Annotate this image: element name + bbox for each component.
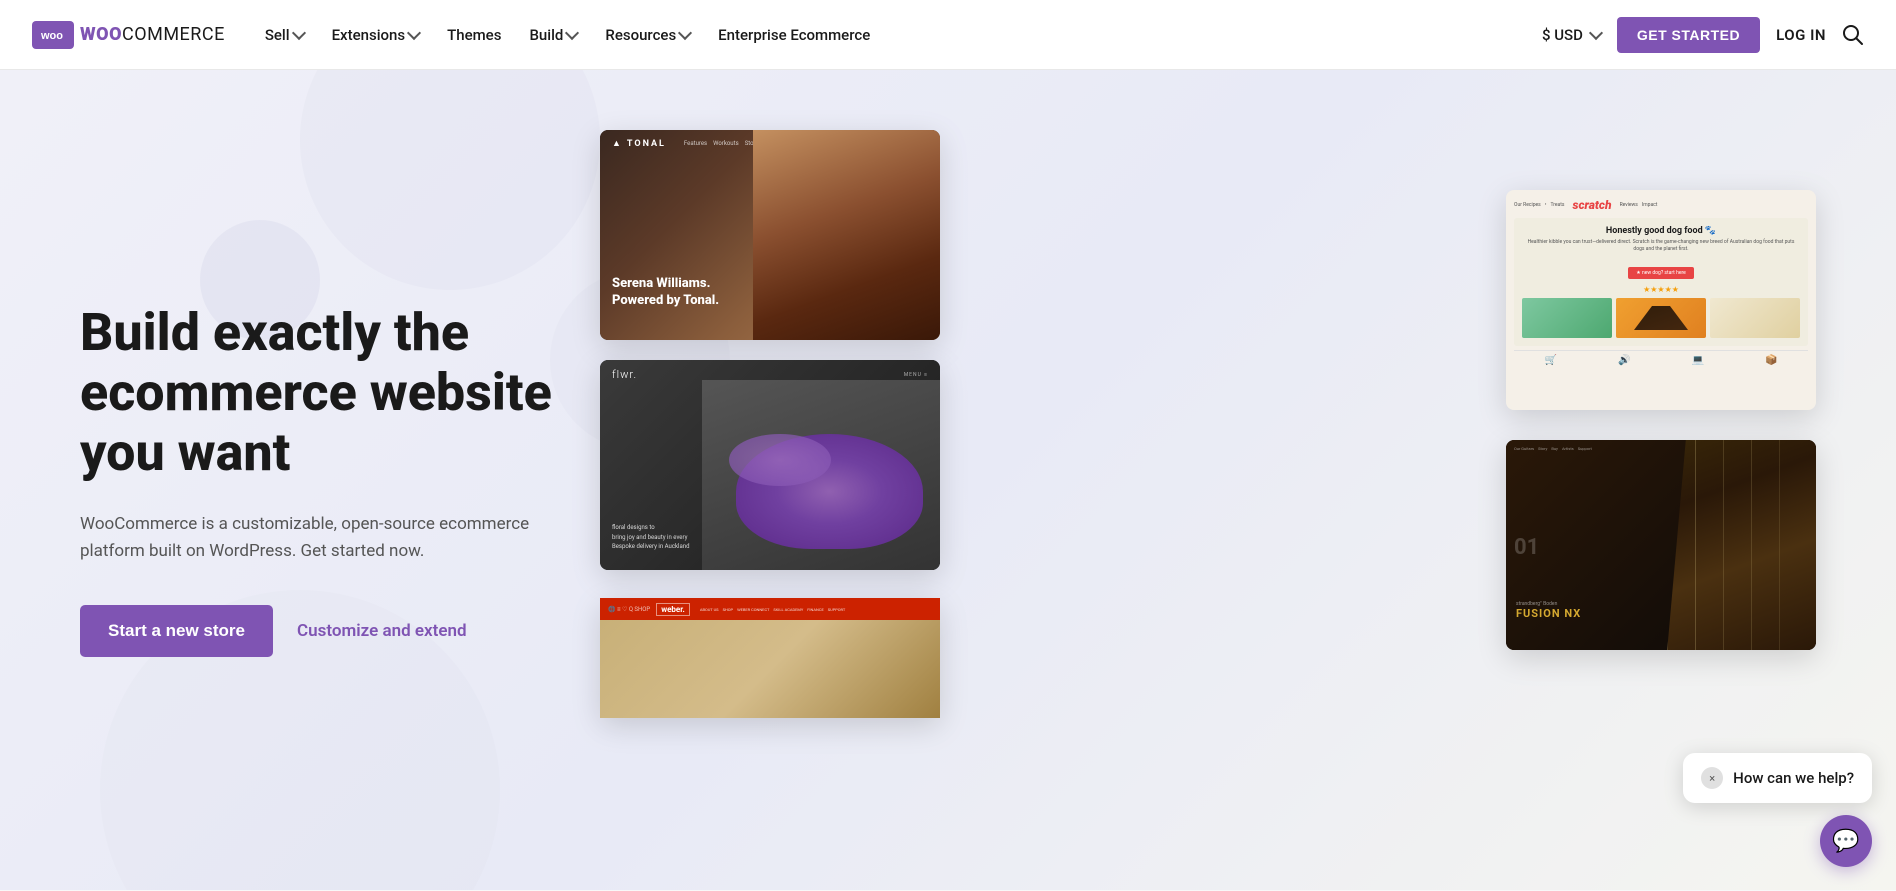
get-started-button[interactable]: GET STARTED — [1617, 17, 1760, 53]
weber-content — [600, 620, 940, 718]
hero-screenshots: ▲ TONAL Features Workouts Stories Done P… — [600, 130, 1816, 830]
strandberg-number: 01 — [1514, 535, 1539, 560]
nav-links: Sell Extensions Themes Build Resources E… — [253, 18, 882, 52]
nav-build[interactable]: Build — [517, 18, 589, 52]
flwr-menu: MENU ≡ — [904, 372, 928, 378]
scratch-footer: 🛒 🔊 💻 📦 — [1514, 350, 1808, 368]
scratch-product-image-3 — [1710, 298, 1800, 338]
nav-extensions[interactable]: Extensions — [320, 18, 432, 52]
scratch-headline: Honestly good dog food 🐾 — [1522, 226, 1800, 236]
sell-chevron-icon — [292, 26, 306, 40]
scratch-description: Healthier kibble you can trust—delivered… — [1522, 239, 1800, 253]
chat-bubble-text: How can we help? — [1733, 769, 1854, 787]
nav-enterprise[interactable]: Enterprise Ecommerce — [706, 18, 882, 52]
chat-bubble: × How can we help? — [1683, 753, 1872, 803]
hero-buttons: Start a new store Customize and extend — [80, 605, 600, 657]
screenshot-strandberg: Our Guitars Story Buy Artists Support 01… — [1506, 440, 1816, 650]
hero-title: Build exactly the ecommerce website you … — [80, 303, 580, 482]
navbar-left: woo WOOCOMMERCE Sell Extensions Themes B… — [32, 18, 1542, 52]
resources-chevron-icon — [678, 26, 692, 40]
strandberg-nav: Our Guitars Story Buy Artists Support — [1506, 446, 1816, 451]
screenshot-scratch: Our Recipes • Treats scratch Reviews Imp… — [1506, 190, 1816, 410]
customize-extend-link[interactable]: Customize and extend — [297, 621, 467, 641]
scratch-content: Honestly good dog food 🐾 Healthier kibbl… — [1514, 218, 1808, 346]
scratch-frame: Our Recipes • Treats scratch Reviews Imp… — [1506, 190, 1816, 410]
scratch-stars: ★★★★★ — [1522, 285, 1800, 294]
weber-frame: 🌐 ≡ ♡ Q SHOP weber. ABOUT US SHOP WEBER … — [600, 598, 940, 718]
logo-icon: woo — [32, 21, 74, 49]
navbar: woo WOOCOMMERCE Sell Extensions Themes B… — [0, 0, 1896, 70]
start-store-button[interactable]: Start a new store — [80, 605, 273, 657]
logo[interactable]: woo WOOCOMMERCE — [32, 21, 225, 49]
weber-logo: weber. — [656, 603, 690, 616]
logo-text: WOOCOMMERCE — [80, 24, 225, 45]
currency-chevron-icon — [1589, 26, 1603, 40]
chat-open-button[interactable]: 💬 — [1820, 815, 1872, 867]
weber-nav: ABOUT US SHOP WEBER CONNECT SKILL ACADEM… — [700, 607, 845, 612]
tonal-person-image — [753, 130, 940, 340]
weber-topbar: 🌐 ≡ ♡ Q SHOP weber. ABOUT US SHOP WEBER … — [600, 598, 940, 620]
scratch-nav: Our Recipes • Treats scratch Reviews Imp… — [1514, 198, 1808, 212]
nav-themes[interactable]: Themes — [435, 18, 513, 52]
nav-sell[interactable]: Sell — [253, 18, 316, 52]
flwr-frame: flwr. MENU ≡ floral designs tobring joy … — [600, 360, 940, 570]
hero-section: Build exactly the ecommerce website you … — [0, 70, 1896, 890]
navbar-right: $ USD GET STARTED LOG IN — [1542, 17, 1864, 53]
strandberg-frame: Our Guitars Story Buy Artists Support 01… — [1506, 440, 1816, 650]
svg-text:woo: woo — [40, 30, 63, 42]
tonal-logo: ▲ TONAL — [612, 138, 666, 149]
chat-widget: × How can we help? 💬 — [1683, 753, 1872, 867]
chat-close-button[interactable]: × — [1701, 767, 1723, 789]
flwr-text: floral designs tobring joy and beauty in… — [612, 523, 689, 552]
login-button[interactable]: LOG IN — [1776, 26, 1826, 44]
scratch-images — [1522, 298, 1800, 338]
flwr-flower-1 — [729, 434, 831, 487]
tonal-headline: Serena Williams. Powered by Tonal. — [612, 276, 719, 310]
screenshot-flwr: flwr. MENU ≡ floral designs tobring joy … — [600, 360, 940, 570]
currency-selector[interactable]: $ USD — [1542, 26, 1601, 44]
screenshot-weber: 🌐 ≡ ♡ Q SHOP weber. ABOUT US SHOP WEBER … — [600, 598, 940, 718]
build-chevron-icon — [565, 26, 579, 40]
scratch-logo: scratch — [1572, 198, 1611, 212]
chat-icon: 💬 — [1832, 829, 1859, 854]
hero-content: Build exactly the ecommerce website you … — [80, 303, 600, 657]
strandberg-headline: strandberg° Boden FUSION NX — [1516, 601, 1581, 620]
nav-resources[interactable]: Resources — [593, 18, 702, 52]
scratch-cta: ★ new dog? start here — [1628, 267, 1694, 279]
hero-subtitle: WooCommerce is a customizable, open-sour… — [80, 511, 560, 565]
scratch-product-image-1 — [1522, 298, 1612, 338]
extensions-chevron-icon — [407, 26, 421, 40]
flwr-logo: flwr. — [612, 368, 637, 381]
search-button[interactable] — [1842, 24, 1864, 46]
scratch-product-image-2 — [1616, 298, 1706, 338]
screenshot-tonal: ▲ TONAL Features Workouts Stories Done P… — [600, 130, 940, 340]
tonal-frame: ▲ TONAL Features Workouts Stories Done P… — [600, 130, 940, 340]
